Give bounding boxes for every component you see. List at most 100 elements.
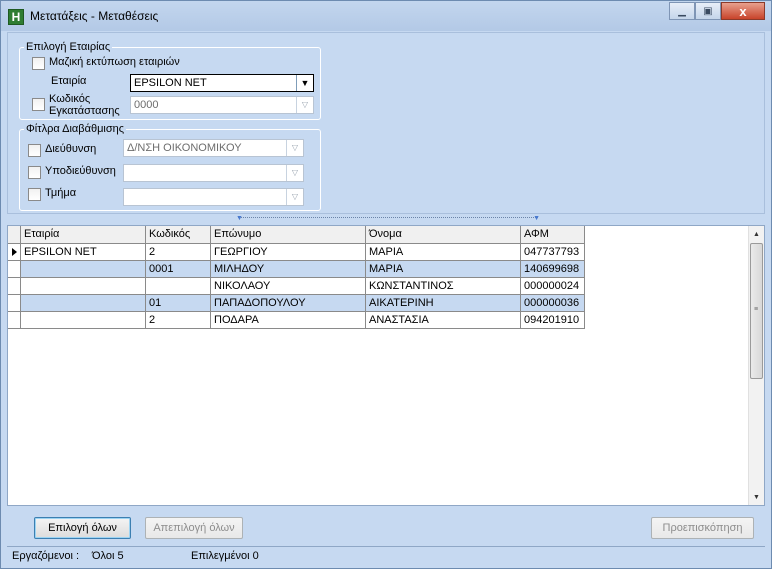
chevron-down-icon[interactable]: ▽ — [286, 140, 303, 156]
table-row[interactable]: 2 ΠΟΔΑΡΑ ΑΝΑΣΤΑΣΙΑ 094201910 — [8, 312, 585, 329]
chevron-down-icon[interactable]: ▼ — [296, 75, 313, 91]
window-controls: ▁ ▣ x — [669, 2, 765, 20]
row-indicator[interactable] — [8, 278, 21, 295]
grip-icon: ≡ — [754, 306, 759, 313]
department-label: Τμήμα — [45, 187, 77, 199]
row-indicator[interactable] — [8, 244, 21, 261]
column-header-code[interactable]: Κωδικός — [146, 226, 211, 244]
cell-surname[interactable]: ΓΕΩΡΓΙΟΥ — [211, 244, 366, 261]
cell-code[interactable]: 01 — [146, 295, 211, 312]
cell-surname[interactable]: ΠΟΔΑΡΑ — [211, 312, 366, 329]
cell-code[interactable]: 0001 — [146, 261, 211, 278]
company-group-title: Επιλογή Εταιρίας — [24, 41, 113, 53]
cell-company[interactable] — [21, 295, 146, 312]
table-row[interactable]: 0001 ΜΙΛΗΔΟΥ ΜΑΡΙΑ 140699698 — [8, 261, 585, 278]
close-button[interactable]: x — [721, 2, 765, 20]
scroll-down-icon[interactable]: ▼ — [749, 489, 764, 505]
direction-checkbox[interactable] — [28, 144, 41, 157]
cell-afm[interactable]: 140699698 — [521, 261, 585, 278]
table-row[interactable]: EPSILON NET 2 ΓΕΩΡΓΙΟΥ ΜΑΡΙΑ 047737793 — [8, 244, 585, 261]
cell-afm[interactable]: 000000024 — [521, 278, 585, 295]
cell-surname[interactable]: ΝΙΚΟΛΑΟΥ — [211, 278, 366, 295]
filter-panel: Επιλογή Εταιρίας Μαζική εκτύπωση εταιριώ… — [7, 32, 765, 214]
close-icon: x — [739, 3, 747, 19]
department-select[interactable]: ▽ — [123, 188, 304, 206]
cell-company[interactable] — [21, 278, 146, 295]
cell-surname[interactable]: ΜΙΛΗΔΟΥ — [211, 261, 366, 278]
bulk-print-label: Μαζική εκτύπωση εταιριών — [49, 56, 180, 68]
vertical-scrollbar[interactable]: ▲ ≡ ▼ — [748, 226, 764, 505]
cell-code[interactable] — [146, 278, 211, 295]
cell-code[interactable]: 2 — [146, 244, 211, 261]
grading-filter-group: Φίτλρα Διαβάθμισης Διεύθυνση Δ/ΝΣΗ ΟΙΚΟΝ… — [19, 123, 321, 211]
splitter-left-icon: ▼ — [236, 215, 243, 222]
bulk-print-checkbox[interactable] — [32, 57, 45, 70]
scrollbar-thumb[interactable]: ≡ — [750, 243, 763, 379]
cell-company[interactable] — [21, 261, 146, 278]
install-code-label-2: Εγκατάστασης — [49, 105, 120, 117]
row-indicator[interactable] — [8, 312, 21, 329]
cell-name[interactable]: ΜΑΡΙΑ — [366, 261, 521, 278]
column-header-company[interactable]: Εταιρία — [21, 226, 146, 244]
panel-splitter[interactable]: ▼ ▼ — [236, 215, 540, 223]
total-count: Όλοι 5 — [92, 550, 124, 562]
table-row[interactable]: 01 ΠΑΠΑΔΟΠΟΥΛΟΥ ΑΙΚΑΤΕΡΙΝΗ 000000036 — [8, 295, 585, 312]
minimize-icon: ▁ — [678, 5, 686, 17]
company-select-value: EPSILON NET — [134, 77, 207, 89]
grid-header: Εταιρία Κωδικός Επώνυμο Όνομα ΑΦΜ — [8, 226, 585, 244]
employees-label: Εργαζόμενοι : — [12, 550, 80, 562]
subdirection-select[interactable]: ▽ — [123, 164, 304, 182]
cell-name[interactable]: ΑΙΚΑΤΕΡΙΝΗ — [366, 295, 521, 312]
current-row-arrow-icon — [12, 248, 17, 256]
column-header-name[interactable]: Όνομα — [366, 226, 521, 244]
company-label: Εταιρία — [51, 75, 87, 87]
deselect-all-button[interactable]: Απεπιλογή όλων — [145, 517, 243, 539]
selected-count: Επιλεγμένοι 0 — [191, 550, 259, 562]
row-indicator[interactable] — [8, 295, 21, 312]
row-indicator-header — [8, 226, 21, 244]
cell-afm[interactable]: 000000036 — [521, 295, 585, 312]
direction-value: Δ/ΝΣΗ ΟΙΚΟΝΟΜΙΚΟΥ — [127, 142, 242, 154]
install-code-checkbox[interactable] — [32, 98, 45, 111]
chevron-down-icon[interactable]: ▽ — [296, 97, 313, 113]
scroll-up-icon[interactable]: ▲ — [749, 226, 764, 242]
main-window: H Μετατάξεις - Μεταθέσεις ▁ ▣ x Επιλογή … — [0, 0, 772, 569]
cell-surname[interactable]: ΠΑΠΑΔΟΠΟΥΛΟΥ — [211, 295, 366, 312]
subdirection-checkbox[interactable] — [28, 166, 41, 179]
direction-label: Διεύθυνση — [45, 143, 97, 155]
chevron-down-icon[interactable]: ▽ — [286, 189, 303, 205]
cell-name[interactable]: ΜΑΡΙΑ — [366, 244, 521, 261]
cell-afm[interactable]: 047737793 — [521, 244, 585, 261]
column-header-surname[interactable]: Επώνυμο — [211, 226, 366, 244]
direction-select[interactable]: Δ/ΝΣΗ ΟΙΚΟΝΟΜΙΚΟΥ ▽ — [123, 139, 304, 157]
select-all-button[interactable]: Επιλογή όλων — [34, 517, 131, 539]
minimize-button[interactable]: ▁ — [669, 2, 695, 20]
subdirection-label: Υποδιεύθυνση — [45, 165, 116, 177]
app-icon: H — [8, 9, 24, 25]
chevron-down-icon[interactable]: ▽ — [286, 165, 303, 181]
restore-button[interactable]: ▣ — [695, 2, 721, 20]
employees-grid[interactable]: Εταιρία Κωδικός Επώνυμο Όνομα ΑΦΜ EPSILO… — [7, 225, 765, 506]
status-bar: Εργαζόμενοι : Όλοι 5 Επιλεγμένοι 0 — [7, 546, 765, 566]
company-group: Επιλογή Εταιρίας Μαζική εκτύπωση εταιριώ… — [19, 41, 321, 120]
restore-icon: ▣ — [703, 5, 713, 17]
cell-company[interactable]: EPSILON NET — [21, 244, 146, 261]
cell-name[interactable]: ΚΩΝΣΤΑΝΤΙΝΟΣ — [366, 278, 521, 295]
title-bar[interactable]: H Μετατάξεις - Μεταθέσεις ▁ ▣ x — [1, 1, 771, 31]
install-code-value: 0000 — [134, 99, 159, 111]
column-header-afm[interactable]: ΑΦΜ — [521, 226, 585, 244]
cell-afm[interactable]: 094201910 — [521, 312, 585, 329]
cell-name[interactable]: ΑΝΑΣΤΑΣΙΑ — [366, 312, 521, 329]
preview-button[interactable]: Προεπισκόπηση — [651, 517, 754, 539]
window-title: Μετατάξεις - Μεταθέσεις — [30, 9, 159, 23]
row-indicator[interactable] — [8, 261, 21, 278]
install-code-select[interactable]: 0000 ▽ — [130, 96, 314, 114]
department-checkbox[interactable] — [28, 188, 41, 201]
install-code-label: Κωδικός — [49, 93, 91, 105]
table-row[interactable]: ΝΙΚΟΛΑΟΥ ΚΩΝΣΤΑΝΤΙΝΟΣ 000000024 — [8, 278, 585, 295]
splitter-right-icon: ▼ — [533, 215, 540, 222]
cell-code[interactable]: 2 — [146, 312, 211, 329]
company-select[interactable]: EPSILON NET ▼ — [130, 74, 314, 92]
cell-company[interactable] — [21, 312, 146, 329]
grading-filter-title: Φίτλρα Διαβάθμισης — [24, 123, 127, 135]
